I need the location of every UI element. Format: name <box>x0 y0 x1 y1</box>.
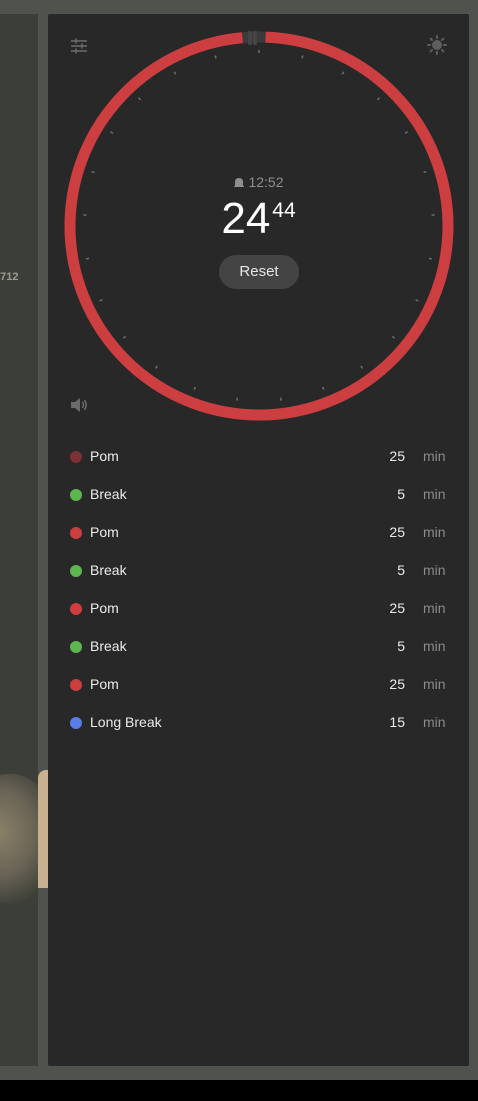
dial-tick <box>154 365 158 369</box>
dial-tick <box>428 257 433 260</box>
interval-unit: min <box>423 600 446 616</box>
dial-tick <box>360 365 364 369</box>
screen-bottom-bar <box>0 1080 478 1101</box>
interval-color-dot <box>70 679 82 691</box>
remaining-seconds: 44 <box>272 199 296 222</box>
interval-name: Break <box>90 486 127 502</box>
interval-item[interactable]: Break 5 min <box>48 628 469 666</box>
dial-tick <box>415 298 419 302</box>
interval-duration[interactable]: 5 <box>397 486 405 502</box>
dial-tick <box>341 71 345 75</box>
interval-item[interactable]: Pom 25 min <box>48 590 469 628</box>
remaining-minutes: 24 <box>221 194 271 243</box>
dial-tick <box>404 131 409 134</box>
dial-tick <box>376 97 381 101</box>
interval-duration[interactable]: 25 <box>389 600 405 616</box>
interval-item[interactable]: Pom 25 min <box>48 666 469 704</box>
interval-color-dot <box>70 489 82 501</box>
interval-name: Break <box>90 638 127 654</box>
interval-list: Pom 25 min Break 5 min Pom 25 min Break 5 min Pom 25 m… <box>48 438 469 742</box>
dial-tick <box>109 131 114 134</box>
interval-duration[interactable]: 15 <box>389 714 405 730</box>
interval-item[interactable]: Long Break 15 min <box>48 704 469 742</box>
interval-color-dot <box>70 603 82 615</box>
background-photo <box>0 774 38 904</box>
alarm-bell-icon <box>234 178 245 187</box>
interval-color-dot <box>70 565 82 577</box>
interval-unit: min <box>423 676 446 692</box>
interval-name: Pom <box>90 448 119 464</box>
dial-tick <box>301 55 304 59</box>
interval-item[interactable]: Break 5 min <box>48 552 469 590</box>
interval-color-dot <box>70 717 82 729</box>
dial-tick <box>122 335 127 339</box>
interval-item[interactable]: Pom 25 min <box>48 514 469 552</box>
background-partial-text: 3712 <box>0 271 19 283</box>
dial-tick <box>173 71 177 75</box>
interval-duration[interactable]: 5 <box>397 638 405 654</box>
interval-duration[interactable]: 25 <box>389 524 405 540</box>
interval-color-dot <box>70 451 82 463</box>
background-edge <box>38 770 48 888</box>
interval-color-dot <box>70 527 82 539</box>
dial-tick <box>137 97 142 101</box>
remaining-time: 2444 <box>48 194 469 244</box>
alarm-time: 12:52 <box>248 174 284 190</box>
interval-unit: min <box>423 562 446 578</box>
pomodoro-panel: 12:52 2444 Reset Pom 25 min Break 5 min Pom 25 m… <box>48 14 469 1066</box>
dial-tick <box>391 335 396 339</box>
alarm-time-row: 12:52 <box>48 174 469 190</box>
interval-unit: min <box>423 448 446 464</box>
interval-unit: min <box>423 524 446 540</box>
interval-item[interactable]: Pom 25 min <box>48 438 469 476</box>
interval-name: Long Break <box>90 714 162 730</box>
interval-duration[interactable]: 25 <box>389 676 405 692</box>
interval-item[interactable]: Break 5 min <box>48 476 469 514</box>
interval-color-dot <box>70 641 82 653</box>
interval-name: Pom <box>90 524 119 540</box>
interval-name: Pom <box>90 600 119 616</box>
dial-tick <box>99 298 103 302</box>
interval-name: Break <box>90 562 127 578</box>
dial-tick <box>91 170 95 174</box>
interval-duration[interactable]: 5 <box>397 562 405 578</box>
speaker-icon[interactable] <box>69 395 89 415</box>
interval-unit: min <box>423 638 446 654</box>
dial-tick <box>193 386 197 390</box>
dial-tick <box>214 55 217 59</box>
interval-unit: min <box>423 714 446 730</box>
interval-name: Pom <box>90 676 119 692</box>
interval-duration[interactable]: 25 <box>389 448 405 464</box>
background-window: 3712 <box>0 14 38 1066</box>
interval-unit: min <box>423 486 446 502</box>
dial-tick <box>423 170 427 174</box>
reset-button[interactable]: Reset <box>219 255 299 289</box>
dial-tick <box>85 257 90 260</box>
dial-tick <box>321 386 325 390</box>
